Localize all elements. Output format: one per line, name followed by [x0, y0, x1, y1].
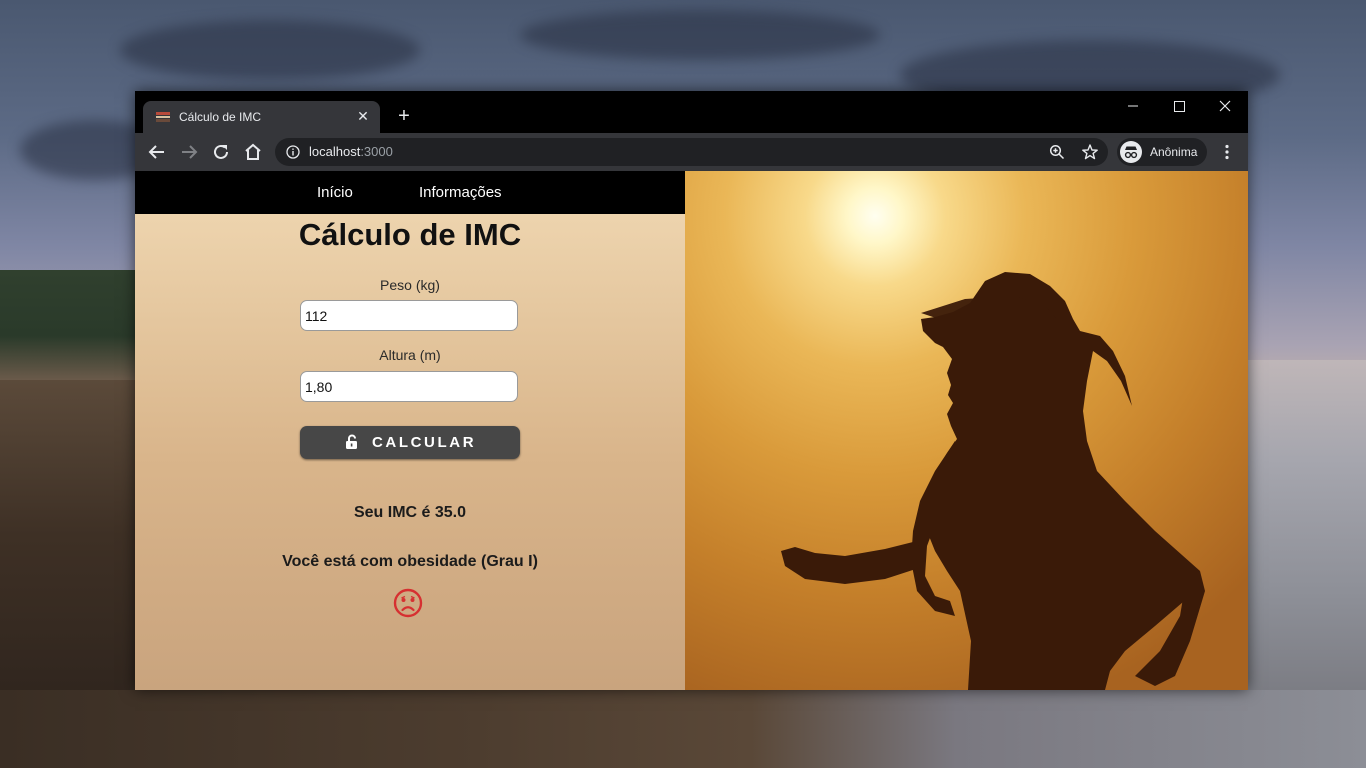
- calcular-button[interactable]: CALCULAR: [300, 426, 520, 459]
- profile-label: Anônima: [1150, 145, 1198, 159]
- maximize-button[interactable]: [1156, 91, 1202, 121]
- peso-label: Peso (kg): [380, 277, 440, 293]
- tab-title: Cálculo de IMC: [179, 110, 262, 124]
- new-tab-button[interactable]: +: [393, 105, 415, 127]
- home-icon[interactable]: [241, 140, 265, 164]
- page-content: Início Informações Cálculo de IMC Peso (…: [135, 171, 1248, 690]
- bookmark-star-icon[interactable]: [1081, 143, 1099, 161]
- info-icon[interactable]: [286, 145, 300, 159]
- altura-input[interactable]: [300, 371, 518, 402]
- peso-input[interactable]: [300, 300, 518, 331]
- incognito-profile-button[interactable]: Anônima: [1117, 138, 1207, 166]
- close-icon: [1219, 100, 1231, 112]
- menu-kebab-icon[interactable]: [1218, 143, 1236, 161]
- lock-open-icon: [346, 434, 357, 449]
- site-navbar: Início Informações: [135, 171, 685, 214]
- imc-result: Seu IMC é 35.0: [353, 504, 467, 521]
- incognito-icon: [1120, 141, 1142, 163]
- page-title: Cálculo de IMC: [298, 217, 522, 252]
- browser-toolbar: localhost:3000 Anônima: [135, 133, 1248, 171]
- nav-link-inicio[interactable]: Início: [317, 184, 353, 201]
- sad-face-icon: [393, 588, 423, 618]
- minimize-icon: [1128, 105, 1138, 107]
- back-icon[interactable]: [145, 140, 169, 164]
- close-window-button[interactable]: [1202, 91, 1248, 121]
- hero-image: [685, 171, 1248, 690]
- address-bar[interactable]: localhost:3000: [275, 138, 1108, 166]
- calcular-label: CALCULAR: [372, 434, 477, 451]
- nav-link-informacoes[interactable]: Informações: [419, 184, 502, 201]
- url-text: localhost:3000: [309, 144, 393, 159]
- browser-window: Cálculo de IMC ✕ + localhost:3000 Anônim…: [135, 91, 1248, 690]
- minimize-button[interactable]: [1110, 91, 1156, 121]
- favicon-icon: [156, 112, 170, 122]
- runner-silhouette-image: [781, 272, 1205, 690]
- browser-tab[interactable]: Cálculo de IMC ✕: [143, 101, 380, 133]
- form-panel: Início Informações Cálculo de IMC Peso (…: [135, 171, 685, 690]
- title-bar: Cálculo de IMC ✕ +: [135, 91, 1248, 133]
- tab-close-icon[interactable]: ✕: [354, 107, 372, 125]
- imc-status: Você está com obesidade (Grau I): [282, 553, 538, 570]
- altura-label: Altura (m): [379, 347, 441, 363]
- forward-icon[interactable]: [177, 140, 201, 164]
- maximize-icon: [1174, 101, 1185, 112]
- url-port: :3000: [360, 144, 393, 159]
- zoom-icon[interactable]: [1049, 144, 1065, 160]
- reload-icon[interactable]: [209, 140, 233, 164]
- url-host: localhost: [309, 144, 361, 159]
